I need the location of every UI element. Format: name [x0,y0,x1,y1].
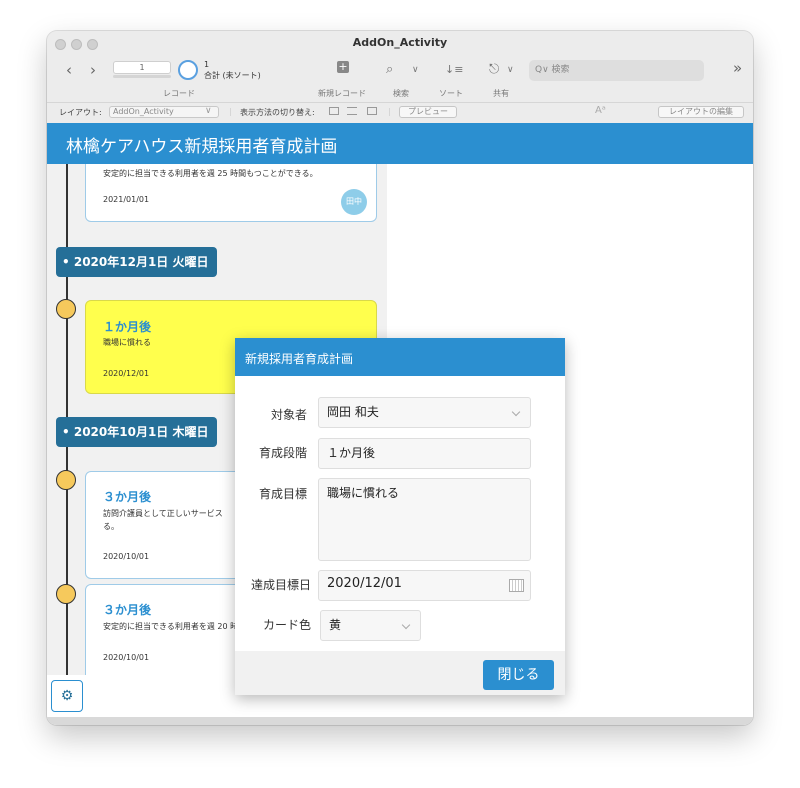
date-tag-bullet: • [62,425,74,439]
dialog-footer: 閉じる [235,651,565,695]
layoutbar-divider: | [229,107,232,116]
card-date: 2021/01/01 [103,195,150,204]
layout-value: AddOn_Activity [113,107,174,116]
list-view-icon[interactable] [347,107,357,115]
card-date: 2020/10/01 [103,653,150,662]
target-value: 岡田 和夫 [327,405,379,419]
goal-value: 職場に慣れる [327,486,400,500]
form-view-icon[interactable] [329,107,339,115]
card-description: 訪問介護員として正しいサービス [103,509,223,518]
sort-label[interactable]: ソート [439,88,463,99]
layout-bar: レイアウト: AddOn_Activity ∨ | 表示方法の切り替え: | プ… [47,102,753,120]
share-chevron-down-icon[interactable]: ∨ [507,65,514,75]
record-label: レコード [163,89,195,98]
record-number-field[interactable]: 1 [113,61,171,74]
close-button[interactable]: 閉じる [483,660,554,690]
app-header: 林檎ケアハウス新規採用者育成計画 [47,123,753,164]
timeline-dot [56,299,76,319]
record-total: 1 [204,60,210,69]
card-title: １か月後 [103,320,152,334]
layoutbar-divider-2: | [388,107,391,116]
share-icon[interactable]: ⎋ [489,62,499,77]
new-record-label[interactable]: 新規レコード [318,88,366,99]
text-format-icon[interactable]: Aᵃ [595,105,606,116]
layout-select[interactable]: AddOn_Activity [109,106,219,118]
card-date: 2020/12/01 [103,369,150,378]
target-label: 対象者 [270,408,307,422]
settings-button[interactable]: ⚙ [51,680,83,712]
page-title: 林檎ケアハウス新規採用者育成計画 [66,137,338,157]
avatar: 田中 [341,189,367,215]
search-placeholder: 検索 [551,65,570,75]
card-description: 安定的に担当できる利用者を週 25 時間もつことができる。 [103,169,318,178]
goal-textarea[interactable]: 職場に慣れる [318,478,531,561]
date-tag: • 2020年10月1日 木曜日 [56,417,217,447]
status-bar [47,717,753,725]
new-record-icon[interactable]: + [337,61,349,73]
due-date-label: 達成目標日 [250,578,311,592]
next-record-icon[interactable]: › [90,61,96,79]
record-count: 1 合計 (未ソート) [204,59,261,81]
timeline-card[interactable]: 安定的に担当できる利用者を週 25 時間もつことができる。 2021/01/01… [85,164,377,222]
record-slider[interactable] [113,75,171,78]
view-switch-label: 表示方法の切り替え: [240,108,315,117]
search-chevron-down-icon[interactable]: ∨ [412,65,419,75]
target-select[interactable]: 岡田 和夫 [318,397,531,428]
due-date-value: 2020/12/01 [327,576,402,591]
search-icon[interactable]: ⌕ [386,62,393,77]
card-title: ３か月後 [103,490,152,504]
edit-layout-button[interactable]: レイアウトの編集 [658,106,744,118]
dialog-title: 新規採用者育成計画 [245,352,354,366]
card-date: 2020/10/01 [103,552,150,561]
date-tag: • 2020年12月1日 火曜日 [56,247,217,277]
timeline-dot [56,470,76,490]
layout-content: 林檎ケアハウス新規採用者育成計画 安定的に担当できる利用者を週 25 時間もつこ… [47,123,753,725]
window-title: AddOn_Activity [352,36,448,49]
record-sort-status: 合計 (未ソート) [204,71,261,80]
card-color-value: 黄 [329,618,342,632]
layout-chevron-down-icon[interactable]: ∨ [205,106,212,116]
due-date-field[interactable]: 2020/12/01 [318,570,531,601]
gear-icon: ⚙ [60,688,74,704]
toolbar: AddOn_Activity ‹ › 1 1 合計 (未ソート) レコード + … [47,31,753,131]
search-label[interactable]: 検索 [393,88,409,99]
stage-label: 育成段階 [258,446,307,460]
card-color-label: カード色 [262,618,311,632]
stage-field[interactable]: １か月後 [318,438,531,469]
sort-icon[interactable]: ↓≡ [445,63,463,76]
stage-value: １か月後 [327,446,376,460]
preview-button[interactable]: プレビュー [399,106,457,118]
share-label[interactable]: 共有 [493,88,509,99]
goal-label: 育成目標 [258,487,307,501]
edit-dialog: 新規採用者育成計画 対象者 岡田 和夫 育成段階 １か月後 育成目標 職場に慣れ… [235,338,565,695]
card-title: ３か月後 [103,603,152,617]
previous-record-icon[interactable]: ‹ [66,61,72,79]
more-toolbar-icon[interactable]: » [733,59,742,77]
dialog-header: 新規採用者育成計画 [235,338,565,376]
table-view-icon[interactable] [367,107,377,115]
date-tag-bullet: • [62,255,74,269]
record-progress-icon [178,60,198,80]
search-field-icon: Q∨ [535,65,549,75]
layout-label: レイアウト: [59,108,102,117]
date-tag-label: 2020年12月1日 火曜日 [73,255,209,269]
app-window: AddOn_Activity ‹ › 1 1 合計 (未ソート) レコード + … [47,31,753,725]
card-description-line-2: る。 [103,522,119,531]
date-tag-label: 2020年10月1日 木曜日 [73,425,209,439]
card-description: 職場に慣れる [103,338,151,347]
calendar-icon[interactable] [509,579,524,592]
timeline-dot [56,584,76,604]
quick-find-input[interactable]: Q∨ 検索 [529,60,704,81]
